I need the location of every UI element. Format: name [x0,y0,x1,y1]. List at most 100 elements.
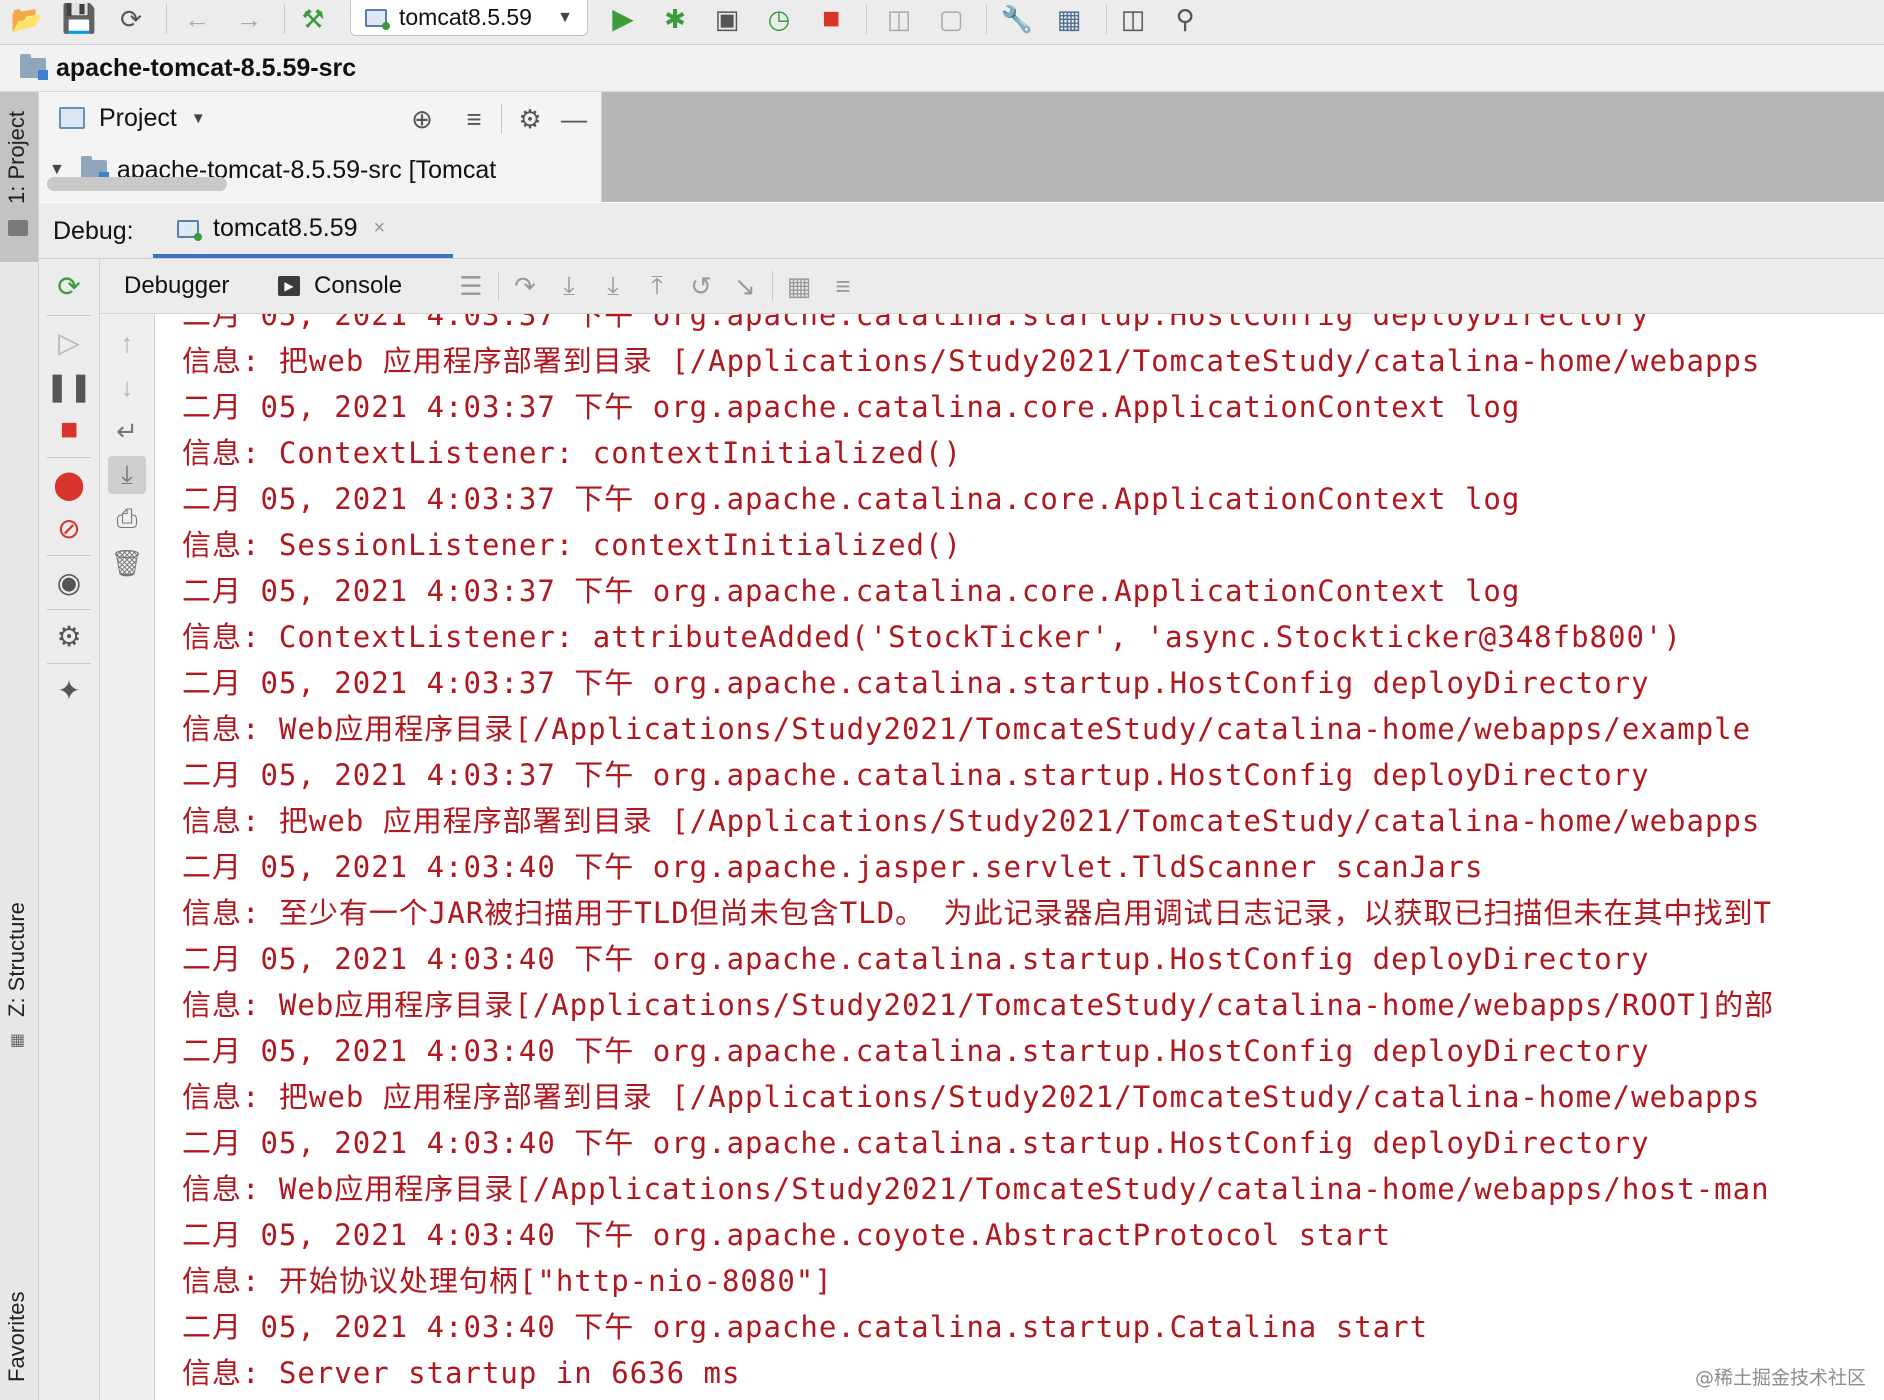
left-tool-window-stripe: 1: Project Z: Structure ▦ Favorites [0,92,39,1400]
log-line: 信息: Server startup in 6636 ms [182,1356,741,1390]
search-icon[interactable]: ⚲ [1166,2,1204,36]
trace-settings-icon[interactable]: ≡ [824,267,862,305]
step-into-icon[interactable]: ⤓ [594,267,632,305]
debug-title: Debug: [53,217,134,245]
run-configuration-dropdown[interactable]: tomcat8.5.59 ▼ [350,0,588,36]
open-folder-icon[interactable]: 📂 [8,2,46,36]
mute-breakpoints-icon[interactable]: ⊘ [50,509,88,547]
rerun-icon[interactable]: ⟳ [50,267,88,305]
toolbar-separator [47,609,91,610]
log-line: 信息: 开始协议处理句柄["http-nio-8080"] [182,1264,833,1298]
tab-debugger[interactable]: Debugger [124,259,229,313]
forward-arrow-icon[interactable]: → [230,2,268,36]
toolbar-separator [47,555,91,556]
project-tab-label: 1: Project [4,111,29,204]
back-arrow-icon[interactable]: ← [178,2,216,36]
log-line: 二月 05, 2021 4:03:37 下午 org.apache.catali… [182,390,1521,424]
project-view-icon [59,107,85,129]
project-tool-tab[interactable]: 1: Project [0,92,38,262]
toolbar-separator [772,271,773,301]
toolbar-separator [166,4,167,34]
build-artifacts-icon[interactable]: ▢ [932,2,970,36]
pin-icon[interactable]: ✦ [50,671,88,709]
log-line: 二月 05, 2021 4:03:40 下午 org.apache.catali… [182,942,1650,976]
debug-tool-window-header: Debug: tomcat8.5.59 × [39,203,1884,259]
main-toolbar: 📂 💾 ⟳ ← → ⚒ tomcat8.5.59 ▼ ▶ ✱ ▣ ◷ ■ ◫ ▢… [0,0,1884,45]
console-icon: ▶ [278,276,300,296]
profile-icon[interactable]: ◷ [760,2,798,36]
debug-subtabs-bar: Debugger ▶ Console ☰ ↷ ⤓ ⤓ ⤒ ↺ ↘ ▦ ≡ [100,259,1884,314]
chevron-down-icon[interactable]: ▼ [191,110,206,127]
run-to-cursor-icon[interactable]: ↘ [726,267,764,305]
horizontal-scrollbar[interactable] [47,177,227,191]
project-structure-icon[interactable]: ▦ [1050,2,1088,36]
arrow-up-icon[interactable]: ↑ [108,324,146,362]
log-lines: 二月 05, 2021 4:03:37 下午 org.apache.catali… [182,314,1774,1396]
tab-debugger-label: Debugger [124,272,230,299]
debug-actions-toolbar: ⟳ ▷ ❚❚ ■ ⬤ ⊘ ◉ ⚙ ✦ [39,259,100,1400]
run-with-coverage-icon[interactable]: ▣ [708,2,746,36]
header-separator [501,104,502,134]
show-execution-point-icon[interactable]: ↷ [506,267,544,305]
log-line: 二月 05, 2021 4:03:40 下午 org.apache.catali… [182,1034,1650,1068]
toolbar-separator [498,271,499,301]
settings-wrench-icon[interactable]: 🔧 [998,2,1036,36]
toolbar-separator [866,4,867,34]
resume-program-icon[interactable]: ▷ [50,323,88,361]
tab-console[interactable]: ▶ Console [278,259,402,313]
project-tool-window: Project ▼ ⊕ ≡ ⚙ — ▼ apache-tomcat-8.5.59… [39,92,602,202]
layout-menu-icon[interactable]: ☰ [452,267,490,305]
project-folder-icon [20,54,48,80]
toolbar-separator [1106,4,1107,34]
step-over-icon[interactable]: ⤓ [550,267,588,305]
debug-bug-icon[interactable]: ✱ [656,2,694,36]
sync-icon[interactable]: ⟳ [112,2,150,36]
trash-icon[interactable]: 🗑 [108,544,146,582]
locate-crosshair-icon[interactable]: ⊕ [405,102,439,136]
project-folder-icon [8,220,28,236]
editor-area-empty [602,92,1884,202]
view-breakpoints-icon[interactable]: ⬤ [50,465,88,503]
hide-minus-icon[interactable]: — [557,102,591,136]
console-output[interactable]: 二月 05, 2021 4:03:37 下午 org.apache.catali… [155,314,1884,1400]
gear-icon[interactable]: ⚙ [513,102,547,136]
stop-icon[interactable]: ■ [50,411,88,449]
structure-tool-tab[interactable]: Z: Structure ▦ [0,892,38,1052]
log-line: 二月 05, 2021 4:03:37 下午 org.apache.catali… [182,758,1650,792]
run-icon[interactable]: ▶ [604,2,642,36]
build-hammer-icon[interactable]: ⚒ [294,2,332,36]
close-icon[interactable]: × [374,217,386,240]
step-out-icon[interactable]: ⤒ [638,267,676,305]
navigation-breadcrumb: apache-tomcat-8.5.59-src [0,45,1884,92]
soft-wrap-icon[interactable]: ↵ [108,412,146,450]
favorites-tool-tab[interactable]: Favorites [0,1072,38,1400]
attach-debugger-icon[interactable]: ◫ [880,2,918,36]
stop-icon[interactable]: ■ [812,2,850,36]
log-line: 二月 05, 2021 4:03:37 下午 org.apache.catali… [182,574,1521,608]
collapse-all-icon[interactable]: ≡ [457,102,491,136]
log-line: 二月 05, 2021 4:03:40 下午 org.apache.catali… [182,1126,1650,1160]
log-line: 二月 05, 2021 4:03:40 下午 org.apache.catali… [182,1310,1429,1344]
debug-session-tab[interactable]: tomcat8.5.59 × [153,203,453,258]
log-line: 二月 05, 2021 4:03:40 下午 org.apache.coyote… [182,1218,1392,1252]
drop-frame-icon[interactable]: ↺ [682,267,720,305]
camera-icon[interactable]: ◉ [50,563,88,601]
scroll-to-end-icon[interactable]: ⤓ [108,456,146,494]
save-icon[interactable]: 💾 [60,2,98,36]
log-line: 信息: Web应用程序目录[/Applications/Study2021/To… [182,988,1775,1022]
chevron-down-icon: ▼ [557,8,573,26]
run-dashboard-icon[interactable]: ◫ [1114,2,1152,36]
structure-tab-label: Z: Structure [4,902,29,1017]
breadcrumb-project-name[interactable]: apache-tomcat-8.5.59-src [56,54,356,83]
log-line: 信息: 把web 应用程序部署到目录 [/Applications/Study2… [182,1080,1761,1114]
gear-icon[interactable]: ⚙ [50,617,88,655]
pause-icon[interactable]: ❚❚ [46,367,93,405]
watermark: @稀土掘金技术社区 [1694,1367,1866,1389]
console-actions-toolbar: ↑ ↓ ↵ ⤓ ⎙ 🗑 [100,314,155,1400]
log-line: 二月 05, 2021 4:03:37 下午 org.apache.catali… [182,314,1650,332]
print-icon[interactable]: ⎙ [108,500,146,538]
log-line: 信息: ContextListener: contextInitialized(… [182,436,962,470]
project-view-selector[interactable]: Project [99,104,177,133]
arrow-down-icon[interactable]: ↓ [108,368,146,406]
evaluate-expression-icon[interactable]: ▦ [780,267,818,305]
